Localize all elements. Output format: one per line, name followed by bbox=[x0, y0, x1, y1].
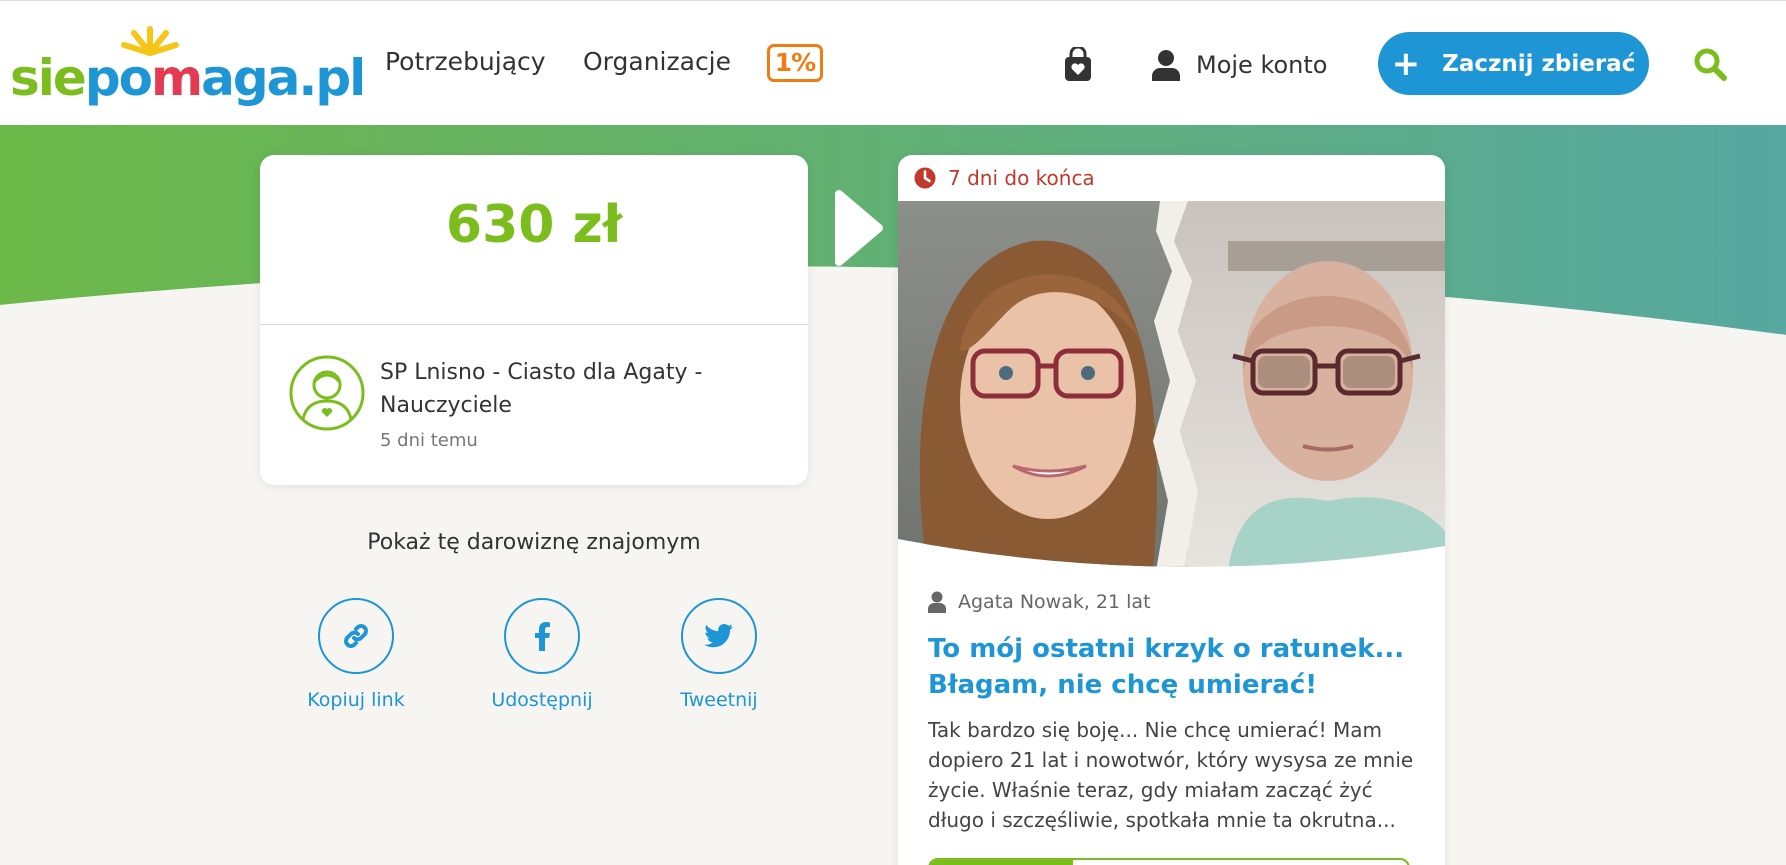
search-icon[interactable] bbox=[1693, 47, 1727, 81]
facebook-share-button[interactable] bbox=[504, 598, 580, 674]
donation-amount: 630 zł bbox=[445, 195, 623, 255]
siepomaga-logo[interactable]: siepomaga.pl bbox=[10, 23, 366, 103]
fundraiser-photo[interactable] bbox=[898, 201, 1445, 571]
site-header: siepomaga.pl Potrzebujący Organizacje 1%… bbox=[0, 0, 1786, 125]
nav-organizacje[interactable]: Organizacje bbox=[583, 47, 731, 76]
start-fundraiser-label: Zacznij zbierać bbox=[1442, 50, 1636, 77]
arrow-right-icon bbox=[835, 190, 883, 266]
fundraiser-description: Tak bardzo się boję... Nie chcę umierać!… bbox=[928, 718, 1414, 832]
clock-icon bbox=[914, 167, 936, 189]
donor-name: SP Lnisno - Ciasto dla Agaty - Nauczycie… bbox=[380, 360, 703, 418]
deadline-text: 7 dni do końca bbox=[948, 166, 1095, 190]
account-label: Moje konto bbox=[1196, 51, 1328, 79]
donation-card: 630 zł SP Lnisno - Ciasto dla Agaty - Na… bbox=[260, 155, 808, 485]
logo-part-sie: sie bbox=[10, 49, 87, 107]
copy-link-button[interactable] bbox=[318, 598, 394, 674]
link-icon bbox=[344, 624, 368, 648]
progress-fill bbox=[930, 860, 1074, 865]
start-fundraiser-button[interactable]: + Zacznij zbierać bbox=[1378, 32, 1649, 95]
nav-potrzebujacy[interactable]: Potrzebujący bbox=[385, 47, 546, 76]
logo-part-po: po bbox=[84, 49, 153, 107]
card-divider bbox=[260, 324, 808, 325]
twitter-share-button[interactable] bbox=[681, 598, 757, 674]
fundraiser-card[interactable]: 7 dni do końca Agata Nowak, 21 lat To mó… bbox=[898, 155, 1445, 865]
logo-part-pl: .pl bbox=[298, 49, 366, 107]
twitter-icon bbox=[704, 624, 733, 648]
logo-part-aga: aga bbox=[201, 49, 300, 107]
logo-wordmark: siepomaga.pl bbox=[10, 53, 366, 103]
user-icon bbox=[928, 591, 946, 613]
fundraiser-title[interactable]: To mój ostatni krzyk o ratunek... Błagam… bbox=[928, 631, 1418, 703]
share-title: Pokaż tę darowiznę znajomym bbox=[367, 530, 701, 555]
fundraiser-progress-bar bbox=[928, 858, 1410, 865]
user-icon bbox=[1152, 50, 1180, 81]
donor-avatar bbox=[289, 355, 365, 431]
author-row: Agata Nowak, 21 lat bbox=[928, 589, 1151, 615]
copy-link-label[interactable]: Kopiuj link bbox=[286, 689, 426, 711]
facebook-icon bbox=[535, 622, 550, 651]
heart-bag-icon[interactable] bbox=[1062, 47, 1094, 83]
facebook-share-label[interactable]: Udostępnij bbox=[472, 689, 612, 711]
author-name: Agata Nowak, 21 lat bbox=[958, 591, 1151, 613]
logo-heart-letter: m bbox=[150, 49, 203, 107]
deadline-badge: 7 dni do końca bbox=[914, 165, 1095, 191]
twitter-share-label[interactable]: Tweetnij bbox=[649, 689, 789, 711]
account-link[interactable]: Moje konto bbox=[1152, 45, 1327, 85]
plus-icon: + bbox=[1391, 43, 1421, 84]
donation-time: 5 dni temu bbox=[380, 430, 478, 451]
one-percent-badge[interactable]: 1% bbox=[767, 44, 823, 82]
